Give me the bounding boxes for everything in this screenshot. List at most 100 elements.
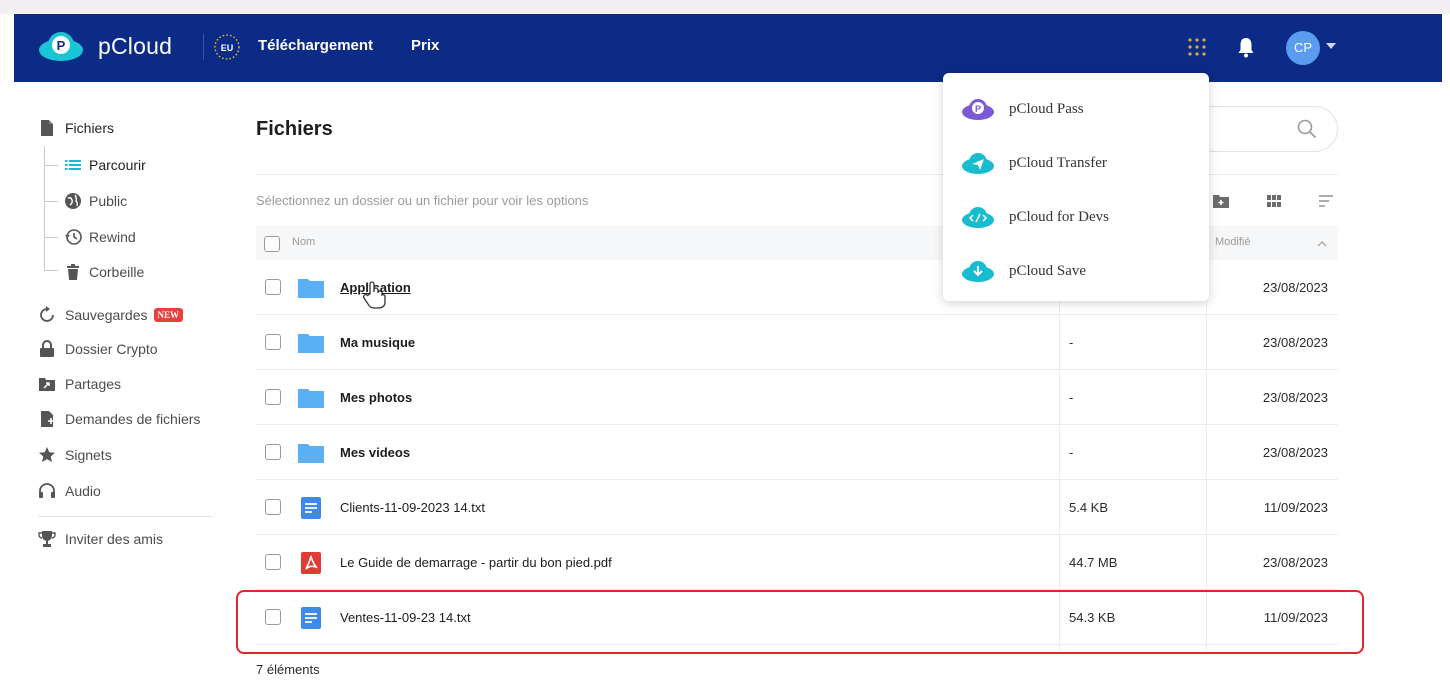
row-checkbox[interactable] xyxy=(265,279,281,295)
new-folder-icon[interactable] xyxy=(1213,193,1229,209)
brand-name[interactable]: pCloud xyxy=(98,33,172,60)
table-row[interactable]: Mes photos - 23/08/2023 xyxy=(256,370,1338,425)
share-icon xyxy=(39,378,55,391)
sidebar-subitem-public[interactable]: Public xyxy=(64,190,127,212)
search-input[interactable] xyxy=(1190,106,1338,152)
row-checkbox[interactable] xyxy=(265,554,281,570)
sidebar-item-label: Inviter des amis xyxy=(65,531,164,547)
apps-grid-icon[interactable] xyxy=(1186,36,1208,58)
sidebar-item-backups[interactable]: Sauvegardes NEW xyxy=(38,304,184,326)
sidebar-subitem-browse[interactable]: Parcourir xyxy=(64,154,146,176)
sidebar-item-label: Dossier Crypto xyxy=(65,341,158,357)
file-date: 11/09/2023 xyxy=(1263,500,1328,515)
history-icon xyxy=(65,229,82,245)
file-size: - xyxy=(1069,390,1074,405)
row-checkbox[interactable] xyxy=(265,389,281,405)
row-checkbox[interactable] xyxy=(265,334,281,350)
tree-branch xyxy=(44,201,58,202)
sort-asc-icon[interactable] xyxy=(1317,240,1327,248)
sidebar-subitem-label: Public xyxy=(89,193,128,209)
avatar[interactable]: CP xyxy=(1286,31,1320,65)
menu-item-pass[interactable]: P pCloud Pass xyxy=(961,95,1084,123)
nav-pricing[interactable]: Prix xyxy=(411,37,439,54)
sort-icon[interactable] xyxy=(1318,193,1334,209)
sidebar-subitem-trash[interactable]: Corbeille xyxy=(64,261,144,283)
item-count: 7 éléments xyxy=(256,662,320,677)
folder-icon xyxy=(298,279,324,298)
bell-icon[interactable] xyxy=(1236,36,1256,58)
sidebar-item-audio[interactable]: Audio xyxy=(38,480,101,502)
sidebar-divider xyxy=(38,516,213,517)
list-icon xyxy=(65,160,81,170)
table-row[interactable]: Le Guide de demarrage - partir du bon pi… xyxy=(256,535,1338,590)
select-all-checkbox[interactable] xyxy=(264,236,280,252)
tree-branch xyxy=(44,237,58,238)
devs-icon xyxy=(962,207,994,228)
file-name[interactable]: Clients-11-09-2023 14.txt xyxy=(340,500,485,515)
folder-icon xyxy=(298,334,324,353)
file-date: 23/08/2023 xyxy=(1262,555,1328,570)
globe-icon xyxy=(65,193,81,209)
star-icon xyxy=(39,447,55,462)
trash-icon xyxy=(67,264,79,280)
file-icon xyxy=(41,120,53,136)
file-date: 23/08/2023 xyxy=(1262,280,1328,295)
sidebar-item-invite[interactable]: Inviter des amis xyxy=(38,528,163,550)
transfer-icon xyxy=(962,153,994,174)
file-date: 23/08/2023 xyxy=(1262,390,1328,405)
file-size: - xyxy=(1069,335,1074,350)
file-name[interactable]: Mes photos xyxy=(340,390,412,405)
menu-item-label: pCloud Save xyxy=(1009,262,1087,279)
header-divider xyxy=(203,34,204,60)
sidebar-item-shares[interactable]: Partages xyxy=(38,373,121,395)
grid-view-icon[interactable] xyxy=(1266,193,1282,209)
column-header-name[interactable]: Nom xyxy=(292,236,315,248)
page-title: Fichiers xyxy=(256,118,333,140)
menu-item-devs[interactable]: pCloud for Devs xyxy=(961,203,1109,231)
sidebar-item-file-requests[interactable]: Demandes de fichiers xyxy=(38,408,200,430)
file-size: - xyxy=(1069,445,1074,460)
backup-icon xyxy=(40,306,54,322)
save-icon xyxy=(962,261,994,282)
menu-item-save[interactable]: pCloud Save xyxy=(961,257,1086,285)
sidebar-subitem-label: Parcourir xyxy=(89,157,146,173)
highlight-box xyxy=(236,590,1364,654)
sidebar-subitem-rewind[interactable]: Rewind xyxy=(64,226,136,248)
folder-icon xyxy=(298,389,324,408)
sidebar-item-bookmarks[interactable]: Signets xyxy=(38,444,112,466)
menu-item-label: pCloud Transfer xyxy=(1009,154,1107,171)
tree-branch xyxy=(44,270,58,271)
table-row[interactable]: Mes videos - 23/08/2023 xyxy=(256,425,1338,480)
menu-item-label: pCloud for Devs xyxy=(1009,208,1109,225)
file-request-icon xyxy=(41,411,54,427)
row-checkbox[interactable] xyxy=(265,499,281,515)
sidebar-item-crypto[interactable]: Dossier Crypto xyxy=(38,338,158,360)
eu-region-icon[interactable]: EU xyxy=(214,34,240,60)
file-date: 23/08/2023 xyxy=(1262,335,1328,350)
file-name[interactable]: Ma musique xyxy=(340,335,415,350)
sidebar-item-files[interactable]: Fichiers xyxy=(38,117,114,139)
table-row[interactable]: Clients-11-09-2023 14.txt 5.4 KB 11/09/2… xyxy=(256,480,1338,535)
sidebar-subitem-label: Rewind xyxy=(89,229,136,245)
svg-text:P: P xyxy=(57,38,66,53)
menu-item-transfer[interactable]: pCloud Transfer xyxy=(961,149,1107,177)
table-row[interactable]: Ma musique - 23/08/2023 xyxy=(256,315,1338,370)
search-icon[interactable] xyxy=(1297,119,1317,139)
column-header-modified[interactable]: Modifié xyxy=(1215,236,1250,248)
file-name[interactable]: Mes videos xyxy=(340,445,410,460)
trophy-icon xyxy=(38,531,56,547)
file-size: 44.7 MB xyxy=(1069,555,1118,570)
chevron-down-icon[interactable] xyxy=(1326,43,1336,49)
text-file-icon xyxy=(301,497,321,519)
headphones-icon xyxy=(39,483,55,498)
sidebar-item-label: Demandes de fichiers xyxy=(65,411,201,427)
svg-text:P: P xyxy=(975,104,981,114)
file-name[interactable]: Le Guide de demarrage - partir du bon pi… xyxy=(340,555,612,570)
browser-top-strip xyxy=(0,0,1450,14)
tree-branch xyxy=(44,165,58,166)
sidebar-item-label: Partages xyxy=(65,376,122,392)
pcloud-logo-icon[interactable]: P xyxy=(38,30,84,62)
row-checkbox[interactable] xyxy=(265,444,281,460)
nav-download[interactable]: Téléchargement xyxy=(258,37,373,54)
new-badge: NEW xyxy=(153,308,184,322)
